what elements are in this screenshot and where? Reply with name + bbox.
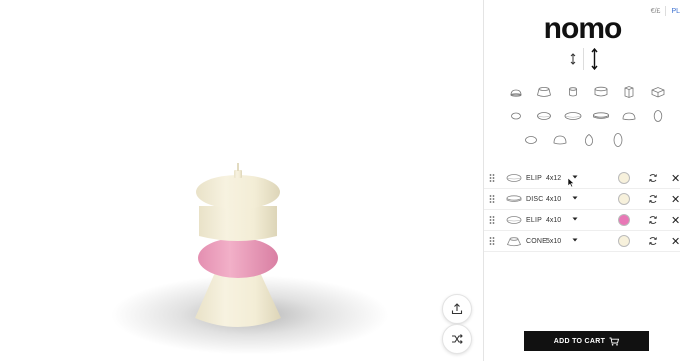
- size-dropdown-icon[interactable]: [572, 196, 578, 200]
- cylinder-wide-icon: [594, 86, 608, 97]
- layer-shape-name: CONE: [526, 237, 548, 245]
- layer-color-swatch[interactable]: [618, 235, 630, 247]
- size-dropdown-icon[interactable]: [572, 238, 578, 242]
- drag-handle-icon[interactable]: [489, 236, 495, 246]
- shape-dome-round[interactable]: [545, 128, 574, 152]
- layer-shape-name: ELIP: [526, 216, 542, 224]
- shape-picker: [502, 80, 672, 152]
- shape-dome-flat[interactable]: [502, 80, 530, 104]
- delete-layer-icon[interactable]: ✕: [671, 214, 680, 227]
- delete-layer-icon[interactable]: ✕: [671, 235, 680, 248]
- add-to-cart-button[interactable]: ADD TO CART: [524, 331, 649, 351]
- disc-segment: [199, 206, 277, 241]
- lamp-configurator: €/£ PL nomo ELIP 4x12 ✕ DISC 4x10 ✕ ELIP…: [0, 0, 680, 361]
- size-dropdown-icon[interactable]: [572, 217, 578, 221]
- swap-icon[interactable]: [648, 194, 658, 204]
- dome-flat-icon: [510, 89, 522, 97]
- shape-oval-tall[interactable]: [603, 128, 632, 152]
- socket: [234, 170, 242, 178]
- size-toggle: [569, 48, 599, 70]
- cylinder-small-icon: [568, 87, 577, 97]
- layer-color-swatch[interactable]: [618, 193, 630, 205]
- swap-icon[interactable]: [648, 236, 658, 246]
- layer-size: 4x10: [546, 216, 562, 224]
- swap-icon[interactable]: [648, 215, 658, 225]
- shape-ellipse-small[interactable]: [502, 104, 530, 128]
- layer-row: DISC 4x10 ✕: [484, 189, 680, 210]
- disc-thumb-icon: [506, 195, 522, 202]
- pink-ellipse-segment: [198, 238, 278, 278]
- layer-shape-name: DISC: [526, 195, 544, 203]
- layer-shape-name: ELIP: [526, 174, 542, 182]
- ellipse-thumb-icon: [506, 174, 522, 182]
- drag-handle-icon[interactable]: [489, 173, 495, 183]
- shape-drum-wide[interactable]: [530, 80, 558, 104]
- ellipse-thumb-icon: [506, 216, 522, 224]
- shape-cube[interactable]: [644, 80, 672, 104]
- layer-list: ELIP 4x12 ✕ DISC 4x10 ✕ ELIP 4x10 ✕ CONE…: [484, 168, 680, 252]
- ellipse-medium-icon: [537, 112, 552, 120]
- shape-ellipse-large[interactable]: [559, 104, 587, 128]
- egg-tall-icon: [584, 134, 593, 146]
- 3d-viewport[interactable]: [0, 0, 483, 361]
- layer-row: CONE 5x10 ✕: [484, 231, 680, 252]
- layer-row: ELIP 4x12 ✕: [484, 168, 680, 189]
- tall-height-icon[interactable]: [590, 48, 599, 70]
- shape-egg-tall[interactable]: [574, 128, 603, 152]
- cart-icon: [609, 337, 620, 346]
- ellipse-wide-icon: [524, 136, 537, 144]
- shape-box[interactable]: [615, 80, 643, 104]
- disc-icon: [593, 112, 610, 119]
- layer-size: 4x10: [546, 195, 562, 203]
- dome-round-icon: [553, 135, 566, 145]
- add-to-cart-label: ADD TO CART: [553, 337, 606, 345]
- shape-cylinder-small[interactable]: [559, 80, 587, 104]
- mouse-cursor-icon: [567, 177, 575, 188]
- shape-ellipse-medium[interactable]: [530, 104, 558, 128]
- shape-row: [502, 104, 672, 128]
- shape-ellipse-wide[interactable]: [516, 128, 545, 152]
- dome-half-icon: [623, 112, 636, 121]
- shuffle-icon: [452, 334, 463, 344]
- shape-cylinder-wide[interactable]: [587, 80, 615, 104]
- cone-thumb-icon: [506, 236, 522, 246]
- layer-color-swatch[interactable]: [618, 214, 630, 226]
- drag-handle-icon[interactable]: [489, 194, 495, 204]
- layer-row: ELIP 4x10 ✕: [484, 210, 680, 231]
- layer-size: 4x12: [546, 174, 562, 182]
- oval-tall-icon: [613, 133, 622, 147]
- shuffle-button[interactable]: [442, 324, 472, 354]
- upload-button[interactable]: [442, 294, 472, 324]
- drag-handle-icon[interactable]: [489, 215, 495, 225]
- shape-disc[interactable]: [587, 104, 615, 128]
- cube-icon: [651, 87, 665, 98]
- ellipse-large-icon: [564, 112, 582, 120]
- short-height-icon[interactable]: [569, 52, 577, 66]
- ellipse-small-icon: [511, 112, 522, 120]
- shape-egg[interactable]: [644, 104, 672, 128]
- box-icon: [625, 86, 634, 98]
- shape-dome-half[interactable]: [615, 104, 643, 128]
- upload-icon: [451, 303, 463, 315]
- delete-layer-icon[interactable]: ✕: [671, 193, 680, 206]
- brand-logo: nomo: [543, 12, 623, 45]
- delete-layer-icon[interactable]: ✕: [671, 172, 680, 185]
- config-panel: €/£ PL nomo ELIP 4x12 ✕ DISC 4x10 ✕ ELIP…: [483, 0, 680, 361]
- top-ellipse-segment: [196, 175, 280, 209]
- layer-size: 5x10: [546, 237, 562, 245]
- shape-row: [502, 80, 672, 104]
- shape-row: [502, 128, 672, 152]
- drum-wide-icon: [537, 87, 552, 97]
- egg-icon: [653, 110, 662, 122]
- layer-color-swatch[interactable]: [618, 172, 630, 184]
- swap-icon[interactable]: [648, 173, 658, 183]
- lamp-model: [195, 163, 281, 327]
